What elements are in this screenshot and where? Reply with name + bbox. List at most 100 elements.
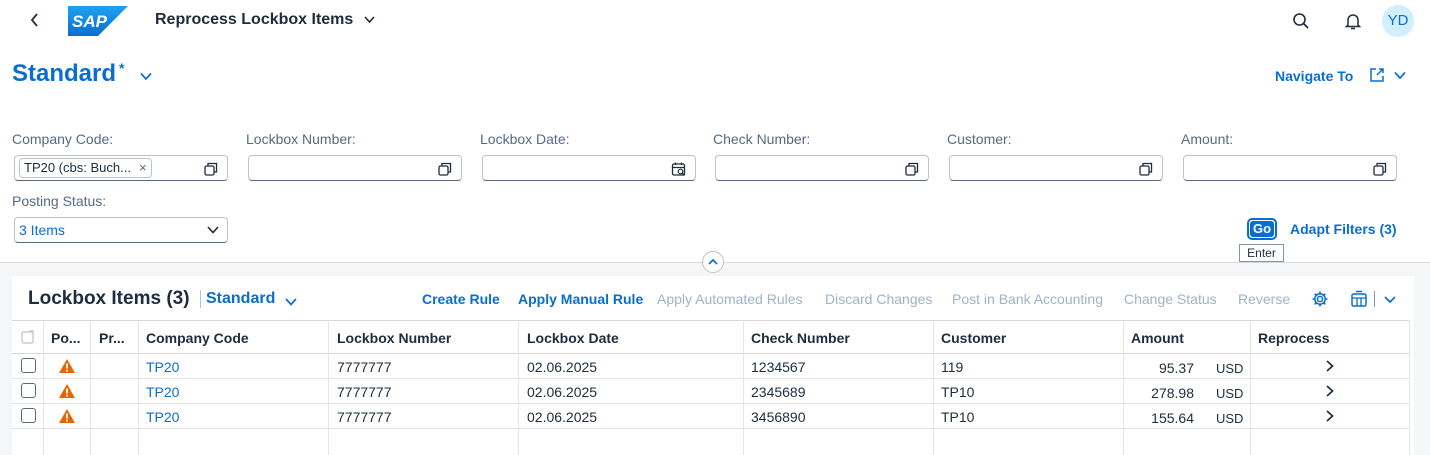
select-all-icon — [21, 330, 34, 344]
discard-changes-button[interactable]: Discard Changes — [825, 291, 932, 307]
table-variant[interactable]: Standard — [206, 290, 275, 308]
table-header-row: Po... Pr... Company Code Lockbox Number … — [12, 320, 1410, 354]
lockbox-number-cell: 7777777 — [337, 384, 392, 400]
column-header-check-number[interactable]: Check Number — [751, 330, 850, 346]
adapt-filters-button[interactable]: Adapt Filters (3) — [1290, 221, 1397, 237]
calendar-icon[interactable] — [671, 161, 687, 177]
row-checkbox[interactable] — [21, 358, 36, 373]
company-code-link[interactable]: TP20 — [146, 409, 179, 425]
column-header-amount[interactable]: Amount — [1131, 330, 1184, 346]
check-number-field[interactable] — [715, 155, 929, 181]
column-divider — [1250, 320, 1251, 455]
export-button[interactable] — [1350, 290, 1368, 308]
app-title-menu[interactable]: Reprocess Lockbox Items — [155, 11, 375, 29]
chevron-right-icon[interactable] — [1324, 408, 1336, 424]
chevron-up-icon — [708, 258, 718, 265]
row-checkbox[interactable] — [21, 383, 36, 398]
column-header-posting[interactable]: Po... — [51, 330, 81, 346]
value-help-icon[interactable] — [1138, 161, 1154, 177]
table-settings-button[interactable] — [1311, 290, 1329, 308]
variant-management[interactable]: Standard * — [12, 60, 124, 88]
column-header-lockbox-date[interactable]: Lockbox Date — [527, 330, 619, 346]
customer-cell: 119 — [941, 359, 964, 375]
chevron-down-icon — [140, 72, 152, 81]
customer-cell: TP10 — [941, 409, 975, 425]
chevron-right-icon[interactable] — [1324, 383, 1336, 399]
notifications-button[interactable] — [1342, 10, 1364, 32]
change-status-button[interactable]: Change Status — [1124, 291, 1217, 307]
select-all-checkbox[interactable] — [21, 330, 35, 347]
check-number-cell: 2345689 — [751, 384, 806, 400]
go-button[interactable]: Go — [1247, 218, 1277, 240]
amount-cell: 95.37 — [1158, 360, 1194, 376]
search-icon — [1293, 13, 1309, 29]
column-header-reprocess[interactable]: Reprocess — [1258, 330, 1330, 346]
export-spreadsheet-icon — [1351, 290, 1367, 307]
lockbox-date-cell: 02.06.2025 — [527, 409, 598, 425]
posting-status-select[interactable]: 3 Items — [14, 217, 228, 243]
column-divider — [518, 320, 519, 455]
lockbox-date-cell: 02.06.2025 — [527, 359, 598, 375]
company-code-field[interactable]: TP20 (cbs: Buch... × — [14, 155, 228, 181]
amount-cell: 278.98 — [1151, 385, 1194, 401]
table-row[interactable]: TP20 7777777 02.06.2025 3456890 TP10 155… — [12, 404, 1410, 429]
token-text: TP20 (cbs: Buch... — [24, 160, 131, 175]
table-variant-dropdown[interactable] — [285, 294, 297, 306]
company-code-link[interactable]: TP20 — [146, 359, 179, 375]
create-rule-button[interactable]: Create Rule — [422, 291, 500, 307]
column-header-company-code[interactable]: Company Code — [146, 330, 249, 346]
company-code-link[interactable]: TP20 — [146, 384, 179, 400]
bell-icon — [1344, 14, 1362, 30]
currency-cell: USD — [1216, 411, 1244, 426]
shell-bar: SAP Reprocess Lockbox Items YD — [0, 0, 1430, 42]
apply-automated-rules-button[interactable]: Apply Automated Rules — [657, 291, 803, 307]
lockbox-date-field[interactable] — [482, 155, 696, 181]
company-code-token[interactable]: TP20 (cbs: Buch... × — [19, 158, 152, 178]
chevron-down-icon — [285, 298, 297, 306]
customer-label: Customer: — [947, 131, 1012, 147]
value-help-icon[interactable] — [437, 161, 453, 177]
go-label: Go — [1250, 221, 1274, 237]
column-header-lockbox-number[interactable]: Lockbox Number — [337, 330, 451, 346]
warning-icon — [59, 359, 75, 373]
sap-logo[interactable]: SAP — [68, 6, 128, 36]
collapse-header-button[interactable] — [702, 251, 724, 273]
reverse-button[interactable]: Reverse — [1238, 291, 1290, 307]
chevron-down-icon — [364, 16, 375, 24]
value-help-icon[interactable] — [904, 161, 920, 177]
toolbar-separator — [1374, 291, 1375, 307]
export-menu-button[interactable] — [1383, 290, 1401, 308]
chevron-down-icon — [207, 226, 219, 234]
lockbox-number-label: Lockbox Number: — [246, 131, 356, 147]
value-help-icon[interactable] — [203, 161, 219, 177]
chevron-left-icon — [30, 13, 38, 27]
back-button[interactable] — [26, 10, 44, 30]
token-remove-icon[interactable]: × — [139, 160, 147, 175]
column-divider — [1123, 320, 1124, 455]
customer-cell: TP10 — [941, 384, 975, 400]
column-divider — [933, 320, 934, 455]
warning-icon — [59, 409, 75, 423]
row-checkbox[interactable] — [21, 408, 36, 423]
variant-modified-marker: * — [119, 60, 125, 76]
column-header-processing[interactable]: Pr... — [99, 330, 125, 346]
table-row[interactable]: TP20 7777777 02.06.2025 2345689 TP10 278… — [12, 379, 1410, 404]
chevron-right-icon[interactable] — [1324, 358, 1336, 374]
amount-cell: 155.64 — [1151, 410, 1194, 426]
customer-field[interactable] — [949, 155, 1163, 181]
user-avatar[interactable]: YD — [1382, 5, 1414, 37]
share-button[interactable] — [1368, 66, 1410, 86]
search-button[interactable] — [1290, 10, 1312, 32]
gear-icon — [1312, 291, 1328, 307]
lockbox-number-field[interactable] — [248, 155, 462, 181]
toolbar-separator — [200, 290, 201, 308]
variant-dropdown-button[interactable] — [140, 68, 156, 82]
apply-manual-rule-button[interactable]: Apply Manual Rule — [518, 291, 643, 307]
amount-field[interactable] — [1183, 155, 1397, 181]
table-row[interactable]: TP20 7777777 02.06.2025 1234567 119 95.3… — [12, 354, 1410, 379]
lockbox-date-label: Lockbox Date: — [480, 131, 570, 147]
navigate-to-link[interactable]: Navigate To — [1275, 68, 1353, 84]
post-in-bank-accounting-button[interactable]: Post in Bank Accounting — [952, 291, 1103, 307]
column-header-customer[interactable]: Customer — [941, 330, 1006, 346]
value-help-icon[interactable] — [1372, 161, 1388, 177]
